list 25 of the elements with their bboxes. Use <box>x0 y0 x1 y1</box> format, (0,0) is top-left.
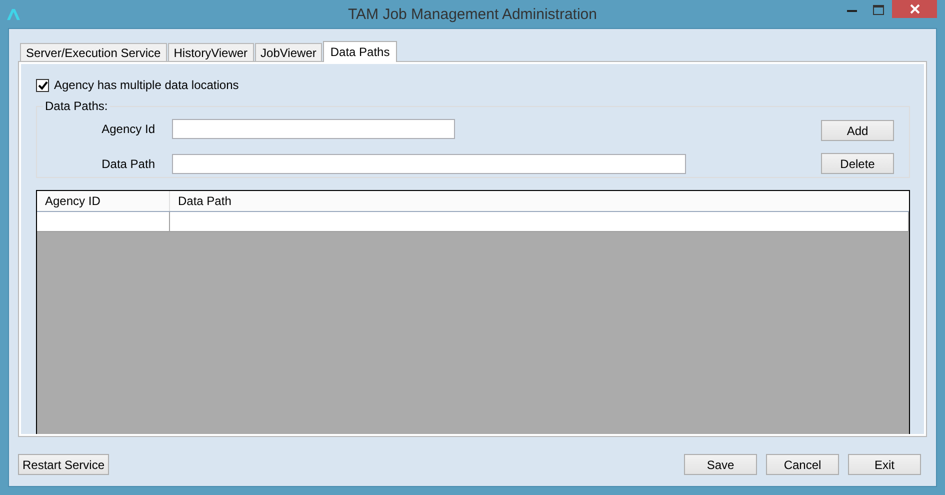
tab[interactable]: JobViewer <box>254 43 322 61</box>
checkbox[interactable] <box>36 78 49 92</box>
window-title: TAM Job Management Administration <box>348 6 597 22</box>
delete-button[interactable]: Delete <box>821 153 894 174</box>
app-logo-icon <box>6 7 22 21</box>
field-label: Agency Id <box>102 122 155 136</box>
exit-button[interactable]: Exit <box>848 454 921 475</box>
tab[interactable]: Data Paths <box>323 41 397 62</box>
restart-service-button[interactable]: Restart Service <box>18 454 109 475</box>
tab[interactable]: Server/Execution Service <box>20 43 167 61</box>
tab[interactable]: HistoryViewer <box>168 43 254 61</box>
group-title: Data Paths: <box>43 100 110 113</box>
column-header[interactable]: Data Path <box>170 191 909 211</box>
save-button[interactable]: Save <box>684 454 757 475</box>
field-label: Data Path <box>102 157 155 172</box>
add-button[interactable]: Add <box>821 120 894 141</box>
minimize-icon <box>846 8 856 12</box>
agency-id-field[interactable] <box>172 118 455 139</box>
checkbox-label: Agency has multiple data locations <box>54 78 239 92</box>
data-path-field[interactable] <box>172 154 686 174</box>
close-button[interactable] <box>892 0 937 18</box>
maximize-icon <box>873 5 884 15</box>
column-header[interactable]: Agency ID <box>37 191 170 211</box>
close-icon <box>910 4 920 14</box>
cancel-button[interactable]: Cancel <box>766 454 839 475</box>
